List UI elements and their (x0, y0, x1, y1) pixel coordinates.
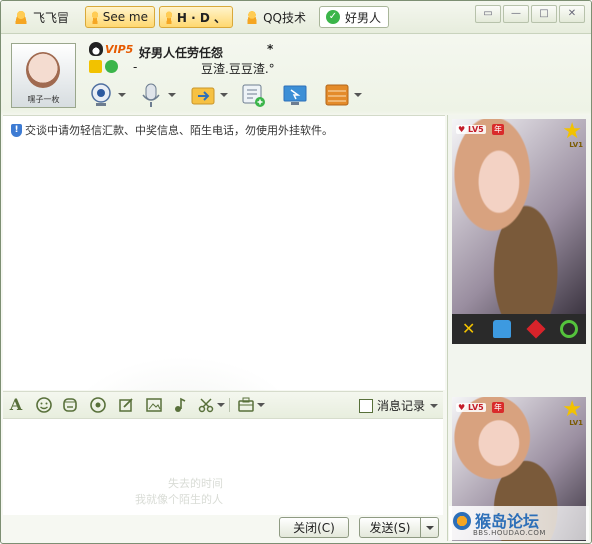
shirt-icon[interactable] (493, 320, 512, 338)
contact-icon (246, 10, 259, 24)
forum-watermark: 猴岛论坛 BBS.HOUDAO.COM (449, 506, 589, 540)
voice-dropdown-arrow[interactable] (168, 93, 176, 97)
tab-label: 飞飞冒 (33, 10, 70, 25)
toolbox-dropdown-arrow[interactable] (257, 403, 265, 407)
tab-label: H · D 、 (176, 10, 226, 25)
contact-icon (166, 10, 172, 24)
app-box-dropdown-arrow[interactable] (354, 93, 362, 97)
image-icon[interactable] (145, 396, 163, 414)
toolbar-separator (229, 398, 230, 412)
signature-dash: - (133, 60, 138, 74)
tab-hd[interactable]: H · D 、 (159, 6, 233, 28)
star-icon[interactable] (89, 60, 102, 73)
message-input[interactable]: 失去的时间 我就像个陌生的人 (3, 419, 443, 515)
swap-outfit-icon[interactable]: ✕ (460, 320, 478, 338)
music-icon[interactable] (171, 396, 189, 414)
video-call-button[interactable] (87, 81, 117, 111)
contact-signature: 豆渣.豆豆渣.° (201, 62, 275, 76)
tab-feifeimao[interactable]: 飞飞冒 (7, 6, 79, 28)
magic-expression-icon[interactable] (61, 396, 79, 414)
contact-icon (92, 10, 98, 24)
tab-bar: 飞飞冒 See me H · D 、 QQ技术 ✓ 好男人 ▭ — □ ✕ (1, 1, 591, 34)
contact-show-panel: ♥ LV5 年 ★ LV1 ✕ ♥ LV5 年 ★ LV1 (447, 115, 591, 541)
close-button[interactable]: 关闭(C) (279, 517, 349, 538)
ruby-icon[interactable] (526, 319, 546, 339)
search-icon[interactable] (105, 60, 118, 73)
voice-call-button[interactable] (137, 81, 167, 111)
app-box-button[interactable] (323, 81, 353, 111)
show-actions-strip: ✕ (452, 314, 586, 344)
edit-icon[interactable] (117, 396, 135, 414)
year-badge: 年 (492, 402, 504, 413)
forum-logo-icon (453, 512, 471, 530)
file-transfer-button[interactable] (189, 81, 219, 111)
file-transfer-icon (191, 87, 215, 105)
voice-call-icon (142, 83, 160, 107)
screenshot-icon[interactable] (197, 396, 215, 414)
tab-see-me[interactable]: See me (85, 6, 155, 28)
star-icon: ★ (562, 119, 582, 144)
font-icon[interactable]: A (7, 396, 25, 414)
shield-icon: ! (11, 123, 22, 137)
avatar-caption: 嘿子一枚 (27, 95, 60, 104)
status-icons (89, 60, 121, 73)
security-notice-text: 交谈中请勿轻信汇款、中奖信息、陌生电话，勿使用外挂软件。 (25, 124, 333, 137)
level-badge: ♥ LV5 (456, 403, 486, 412)
minimize-button[interactable]: — (503, 5, 529, 23)
input-watermark-line2: 我就像个陌生的人 (135, 493, 223, 506)
star-icon: ★ (562, 397, 582, 422)
emoji-icon[interactable] (35, 396, 53, 414)
nickname-mark: * (267, 42, 274, 56)
online-check-icon: ✓ (326, 10, 340, 24)
remote-assist-icon (283, 85, 307, 105)
history-label: 消息记录 (377, 399, 426, 413)
contact-nickname: 好男人任劳任怨 (139, 46, 224, 60)
refresh-icon[interactable] (560, 320, 579, 338)
qq-penguin-icon (89, 42, 103, 56)
tab-label: See me (102, 10, 148, 24)
send-sms-button[interactable] (239, 81, 269, 111)
app-box-icon (325, 84, 349, 106)
history-icon (359, 398, 373, 413)
maximize-button[interactable]: □ (531, 5, 557, 23)
chat-window: 飞飞冒 See me H · D 、 QQ技术 ✓ 好男人 ▭ — □ ✕ 嘿子… (0, 0, 592, 544)
level-badge: ♥ LV5 (456, 125, 486, 134)
security-notice: ! 交谈中请勿轻信汇款、中奖信息、陌生电话，勿使用外挂软件。 (11, 122, 333, 138)
pin-button[interactable]: ▭ (475, 5, 501, 23)
tab-qq-tech[interactable]: QQ技术 (239, 6, 313, 28)
send-button[interactable]: 发送(S) (359, 517, 421, 538)
file-dropdown-arrow[interactable] (220, 93, 228, 97)
vip-indicator[interactable]: VIP5 (89, 42, 133, 56)
tab-label: 好男人 (345, 10, 382, 25)
doodle-icon[interactable] (89, 396, 107, 414)
video-call-icon (91, 83, 111, 106)
video-dropdown-arrow[interactable] (118, 93, 126, 97)
contact-show-photo[interactable]: ♥ LV5 年 ★ LV1 (452, 119, 586, 315)
format-toolbar: A 消息记录 (3, 391, 443, 419)
message-history-button[interactable]: 消息记录 (359, 397, 439, 414)
year-badge: 年 (492, 124, 504, 135)
star-level: LV1 (569, 419, 583, 427)
vip-badge: VIP5 (105, 42, 134, 56)
forum-url: BBS.HOUDAO.COM (473, 529, 546, 537)
input-watermark-line1: 失去的时间 (168, 477, 223, 490)
screenshot-dropdown-arrow[interactable] (217, 403, 225, 407)
send-sms-icon (242, 84, 265, 107)
avatar-face (26, 52, 60, 88)
toolbox-icon[interactable] (237, 396, 255, 414)
chevron-down-icon (430, 403, 439, 408)
contact-avatar[interactable]: 嘿子一枚 (11, 43, 76, 108)
tab-good-man[interactable]: ✓ 好男人 (319, 6, 389, 28)
message-history[interactable]: ! 交谈中请勿轻信汇款、中奖信息、陌生电话，勿使用外挂软件。 (3, 115, 445, 506)
send-options-dropdown[interactable] (421, 517, 439, 538)
close-window-button[interactable]: ✕ (559, 5, 585, 23)
remote-assist-button[interactable] (281, 81, 311, 111)
star-level: LV1 (569, 141, 583, 149)
contact-icon (14, 10, 28, 24)
tab-label: QQ技术 (263, 10, 306, 25)
